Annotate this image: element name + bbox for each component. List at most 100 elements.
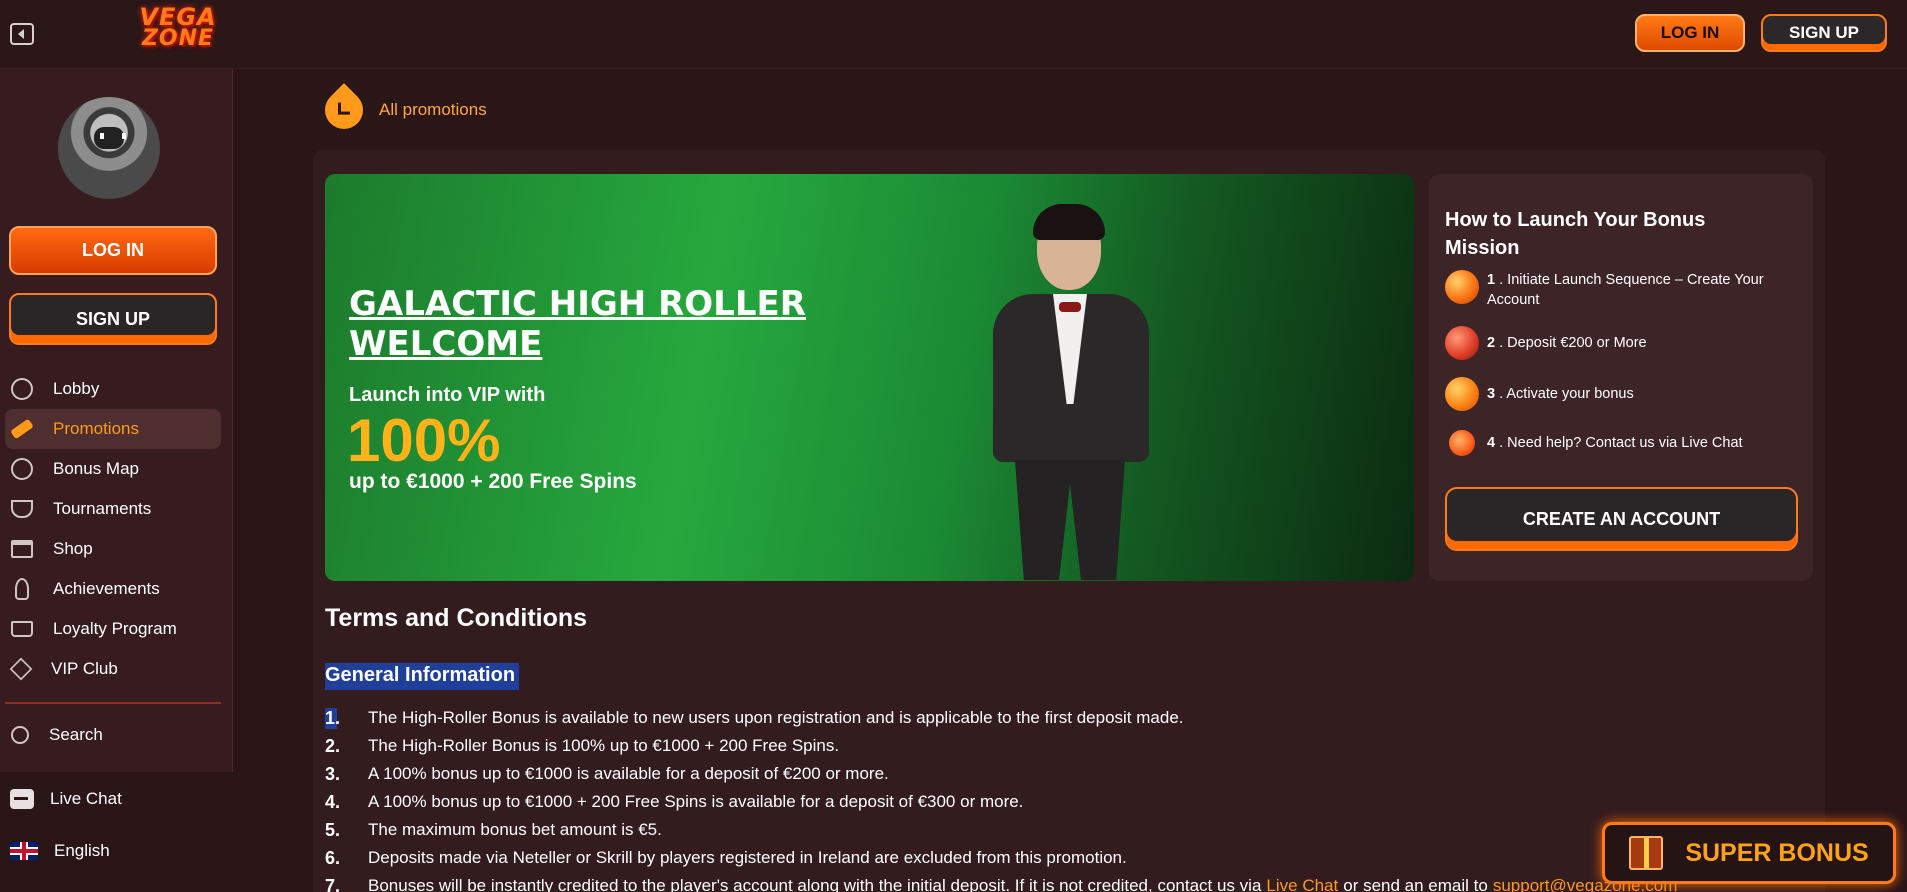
planet-icon	[1445, 326, 1479, 360]
sidebar-search: Search	[5, 715, 221, 755]
shop-icon	[11, 540, 33, 558]
sidebar-item-shop[interactable]: Shop	[5, 529, 221, 569]
sidebar-nav: Lobby Promotions Bonus Map Tournaments S…	[5, 369, 221, 689]
planet-icon	[1445, 270, 1479, 304]
step-number: 3	[1487, 386, 1496, 402]
suit-legs	[1015, 460, 1125, 580]
sidebar-item-lobby[interactable]: Lobby	[5, 369, 221, 409]
live-chat-label: Live Chat	[50, 789, 122, 808]
header-signup-button[interactable]: SIGN UP	[1761, 14, 1887, 52]
crown-icon	[11, 621, 33, 637]
howto-card: How to Launch Your Bonus Mission 1 . Ini…	[1429, 174, 1813, 581]
list-text: Deposits made via Neteller or Skrill by …	[368, 848, 1127, 867]
search-icon	[11, 726, 29, 744]
language-label: English	[54, 841, 110, 860]
sidebar: LOG IN SIGN UP Lobby Promotions Bonus Ma…	[0, 69, 233, 892]
step-label: Deposit €200 or More	[1507, 335, 1647, 351]
howto-step: 1 . Initiate Launch Sequence – Create Yo…	[1445, 270, 1795, 310]
step-text: 4 . Need help? Contact us via Live Chat	[1487, 435, 1743, 451]
chat-icon	[10, 789, 34, 809]
gift-icon	[1629, 836, 1664, 870]
list-text: The maximum bonus bet amount is €5.	[368, 820, 662, 839]
create-account-button[interactable]: CREATE AN ACCOUNT	[1445, 487, 1798, 551]
step-text: 1 . Initiate Launch Sequence – Create Yo…	[1487, 272, 1764, 308]
list-number: 6.	[325, 847, 341, 868]
sidebar-item-label: Tournaments	[53, 499, 152, 518]
hair	[1033, 204, 1105, 240]
list-item: 3. A 100% bonus up to €1000 is available…	[325, 760, 1885, 788]
sidebar-item-label: Achievements	[53, 579, 160, 598]
sidebar-item-promotions[interactable]: Promotions	[5, 409, 221, 449]
promo-subtitle: Launch into VIP with	[349, 384, 546, 406]
step-label: Activate your bonus	[1506, 386, 1634, 402]
back-link-label: All promotions	[379, 100, 487, 119]
list-text: A 100% bonus up to €1000 + 200 Free Spin…	[368, 792, 1024, 811]
step-number: 4	[1487, 435, 1496, 451]
trophy-icon	[11, 500, 33, 518]
sidebar-item-achievements[interactable]: Achievements	[5, 569, 221, 609]
logo-line-1: VEGA	[139, 3, 217, 31]
list-number: 1.	[325, 707, 341, 729]
sidebar-item-label: VIP Club	[51, 659, 118, 678]
comet-icon	[1449, 430, 1475, 456]
collapse-sidebar-icon[interactable]	[10, 23, 34, 45]
sidebar-item-label: Bonus Map	[53, 459, 139, 478]
list-text: or send an email to	[1343, 876, 1488, 892]
promo-amount: up to €1000 + 200 Free Spins	[349, 470, 637, 493]
sidebar-item-tournaments[interactable]: Tournaments	[5, 489, 221, 529]
sidebar-login-button[interactable]: LOG IN	[9, 226, 217, 275]
list-text: The High-Roller Bonus is available to ne…	[368, 708, 1184, 727]
general-information-heading: General Information	[325, 663, 520, 690]
search-button[interactable]: Search	[5, 715, 221, 755]
robot-avatar	[58, 97, 160, 199]
live-chat-link[interactable]: Live Chat	[1266, 876, 1338, 892]
promo-banner: GALACTIC HIGH ROLLER WELCOME Launch into…	[325, 174, 1414, 581]
step-label: Need help? Contact us via Live Chat	[1507, 435, 1743, 451]
howto-step: 4 . Need help? Contact us via Live Chat	[1445, 430, 1795, 456]
list-number: 2.	[325, 735, 341, 756]
telescope-icon	[10, 418, 34, 440]
list-text: The High-Roller Bonus is 100% up to €100…	[368, 736, 840, 755]
promo-title: GALACTIC HIGH ROLLER WELCOME	[349, 284, 806, 364]
language-selector[interactable]: English	[10, 836, 110, 866]
super-bonus-label: SUPER BONUS	[1685, 838, 1869, 867]
search-label: Search	[49, 725, 103, 744]
terms-title: Terms and Conditions	[325, 604, 588, 632]
sidebar-item-label: Lobby	[53, 379, 100, 398]
list-number: 3.	[325, 763, 341, 784]
step-label: Initiate Launch Sequence – Create Your A…	[1487, 272, 1764, 308]
gentleman-illustration	[965, 204, 1185, 580]
list-text: A 100% bonus up to €1000 is available fo…	[368, 764, 889, 783]
header-login-button[interactable]: LOG IN	[1635, 14, 1745, 52]
list-item: 1. The High-Roller Bonus is available to…	[325, 704, 1885, 732]
howto-step: 3 . Activate your bonus	[1445, 377, 1795, 411]
sidebar-item-bonus-map[interactable]: Bonus Map	[5, 449, 221, 489]
sidebar-footer: Live Chat English	[0, 772, 233, 892]
list-number: 7.	[325, 875, 341, 892]
sidebar-item-label: Shop	[53, 539, 93, 558]
howto-step: 2 . Deposit €200 or More	[1445, 326, 1795, 360]
list-number: 5.	[325, 819, 341, 840]
planet-icon	[1445, 377, 1479, 411]
list-item: 4. A 100% bonus up to €1000 + 200 Free S…	[325, 788, 1885, 816]
sidebar-item-vip-club[interactable]: VIP Club	[5, 649, 221, 689]
super-bonus-button[interactable]: SUPER BONUS	[1602, 822, 1896, 884]
promo-percent: 100%	[347, 407, 501, 474]
list-item: 2. The High-Roller Bonus is 100% up to €…	[325, 732, 1885, 760]
step-number: 2	[1487, 335, 1496, 351]
bow-tie	[1059, 302, 1081, 312]
sidebar-item-label: Promotions	[53, 419, 139, 438]
step-text: 3 . Activate your bonus	[1487, 386, 1634, 402]
top-bar: VEGA ZONE LOG IN SIGN UP	[0, 0, 1907, 69]
list-text: Bonuses will be instantly credited to th…	[368, 876, 1262, 892]
lobby-icon	[11, 378, 33, 400]
bonus-map-icon	[11, 458, 33, 480]
step-number: 1	[1487, 272, 1496, 288]
live-chat-button[interactable]: Live Chat	[10, 784, 122, 814]
sidebar-divider	[5, 702, 221, 704]
sidebar-item-loyalty-program[interactable]: Loyalty Program	[5, 609, 221, 649]
all-promotions-link[interactable]: All promotions	[317, 83, 487, 137]
sidebar-signup-button[interactable]: SIGN UP	[9, 293, 217, 345]
uk-flag-icon	[10, 842, 38, 860]
vegazone-logo[interactable]: VEGA ZONE	[118, 3, 238, 58]
